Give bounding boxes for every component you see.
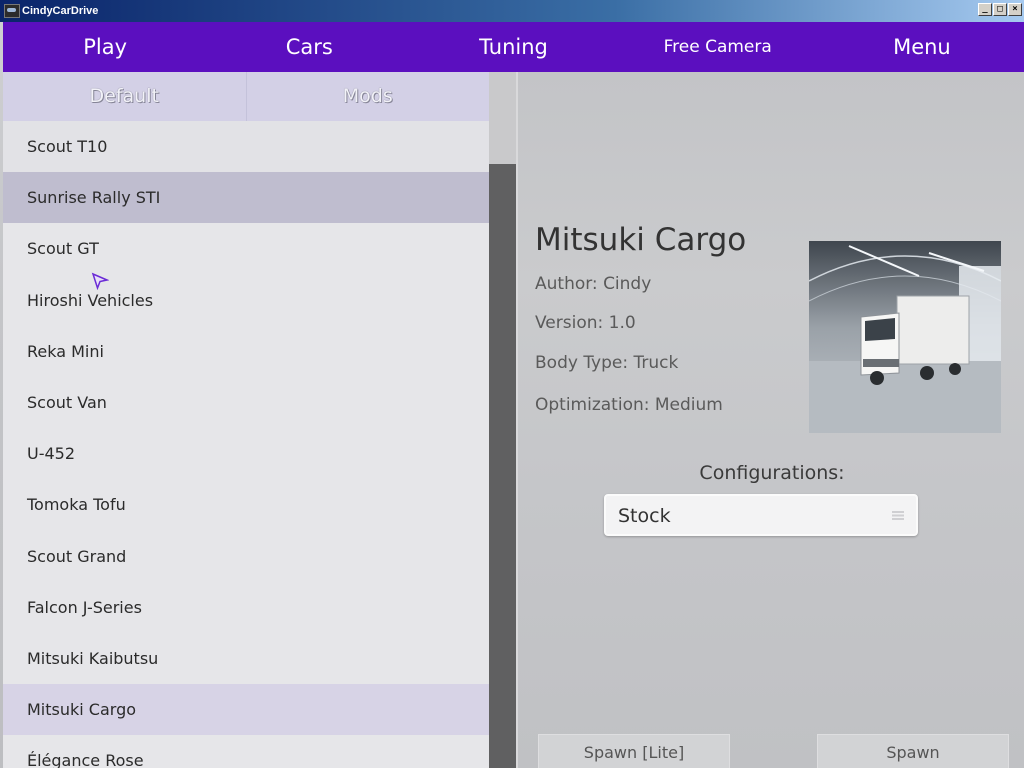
car-list-item[interactable]: Falcon J-Series [3,582,489,633]
car-list-item[interactable]: Tomoka Tofu [3,479,489,530]
window-title: CindyCarDrive [22,5,99,17]
truck-illustration [809,241,1001,433]
car-list-item[interactable]: Élégance Rose [3,735,489,768]
car-list-item[interactable]: Mitsuki Kaibutsu [3,633,489,684]
car-list-item[interactable]: Scout Van [3,377,489,428]
car-list-item[interactable]: Sunrise Rally STI [3,172,489,224]
minimize-button[interactable]: _ [978,3,992,16]
car-optimization: Optimization: Medium [535,395,723,415]
car-list-scrollbar[interactable] [489,72,516,768]
client-area: Play Cars Tuning Free Camera Menu Defaul… [3,22,1024,768]
nav-tuning[interactable]: Tuning [411,35,615,59]
nav-cars[interactable]: Cars [207,35,411,59]
car-list-item[interactable]: Hiroshi Vehicles [3,275,489,326]
nav-free-camera[interactable]: Free Camera [616,37,820,57]
configuration-value: Stock [618,505,671,527]
maximize-button[interactable]: □ [993,3,1007,16]
dropdown-arrow-icon [892,511,904,520]
car-list: Scout T10 Sunrise Rally STI Scout GT Hir… [3,121,489,768]
car-list-item[interactable]: Reka Mini [3,326,489,377]
car-details-panel: Mitsuki Cargo Author: Cindy Version: 1.0… [516,72,1024,768]
car-list-item[interactable]: U-452 [3,428,489,479]
main-nav: Play Cars Tuning Free Camera Menu [3,22,1024,72]
spawn-lite-button[interactable]: Spawn [Lite] [538,734,730,768]
window-controls: _ □ × [978,3,1022,16]
truck-preview-image [809,241,1001,433]
car-version: Version: 1.0 [535,313,636,333]
car-author: Author: Cindy [535,274,652,294]
car-list-item-selected[interactable]: Mitsuki Cargo [3,684,489,736]
car-list-item[interactable]: Scout T10 [3,121,489,173]
app-icon [4,4,20,18]
app-window: CindyCarDrive _ □ × Play Cars Tuning Fre… [0,0,1024,768]
close-button[interactable]: × [1008,3,1022,16]
title-bar: CindyCarDrive _ □ × [0,0,1024,22]
configuration-select[interactable]: Stock [604,494,918,536]
car-list-panel: Default Mods Scout T10 Sunrise Rally STI… [3,72,489,768]
tab-mods[interactable]: Mods [245,72,490,121]
car-body-type: Body Type: Truck [535,353,679,373]
nav-menu[interactable]: Menu [820,35,1024,59]
nav-play[interactable]: Play [3,35,207,59]
tab-default[interactable]: Default [3,72,246,121]
car-name-heading: Mitsuki Cargo [535,222,747,258]
spawn-button[interactable]: Spawn [817,734,1009,768]
car-list-item[interactable]: Scout GT [3,223,489,274]
configurations-label: Configurations: [699,462,845,484]
source-tabs: Default Mods [3,72,489,121]
scrollbar-thumb[interactable] [489,72,516,164]
car-list-item[interactable]: Scout Grand [3,531,489,582]
